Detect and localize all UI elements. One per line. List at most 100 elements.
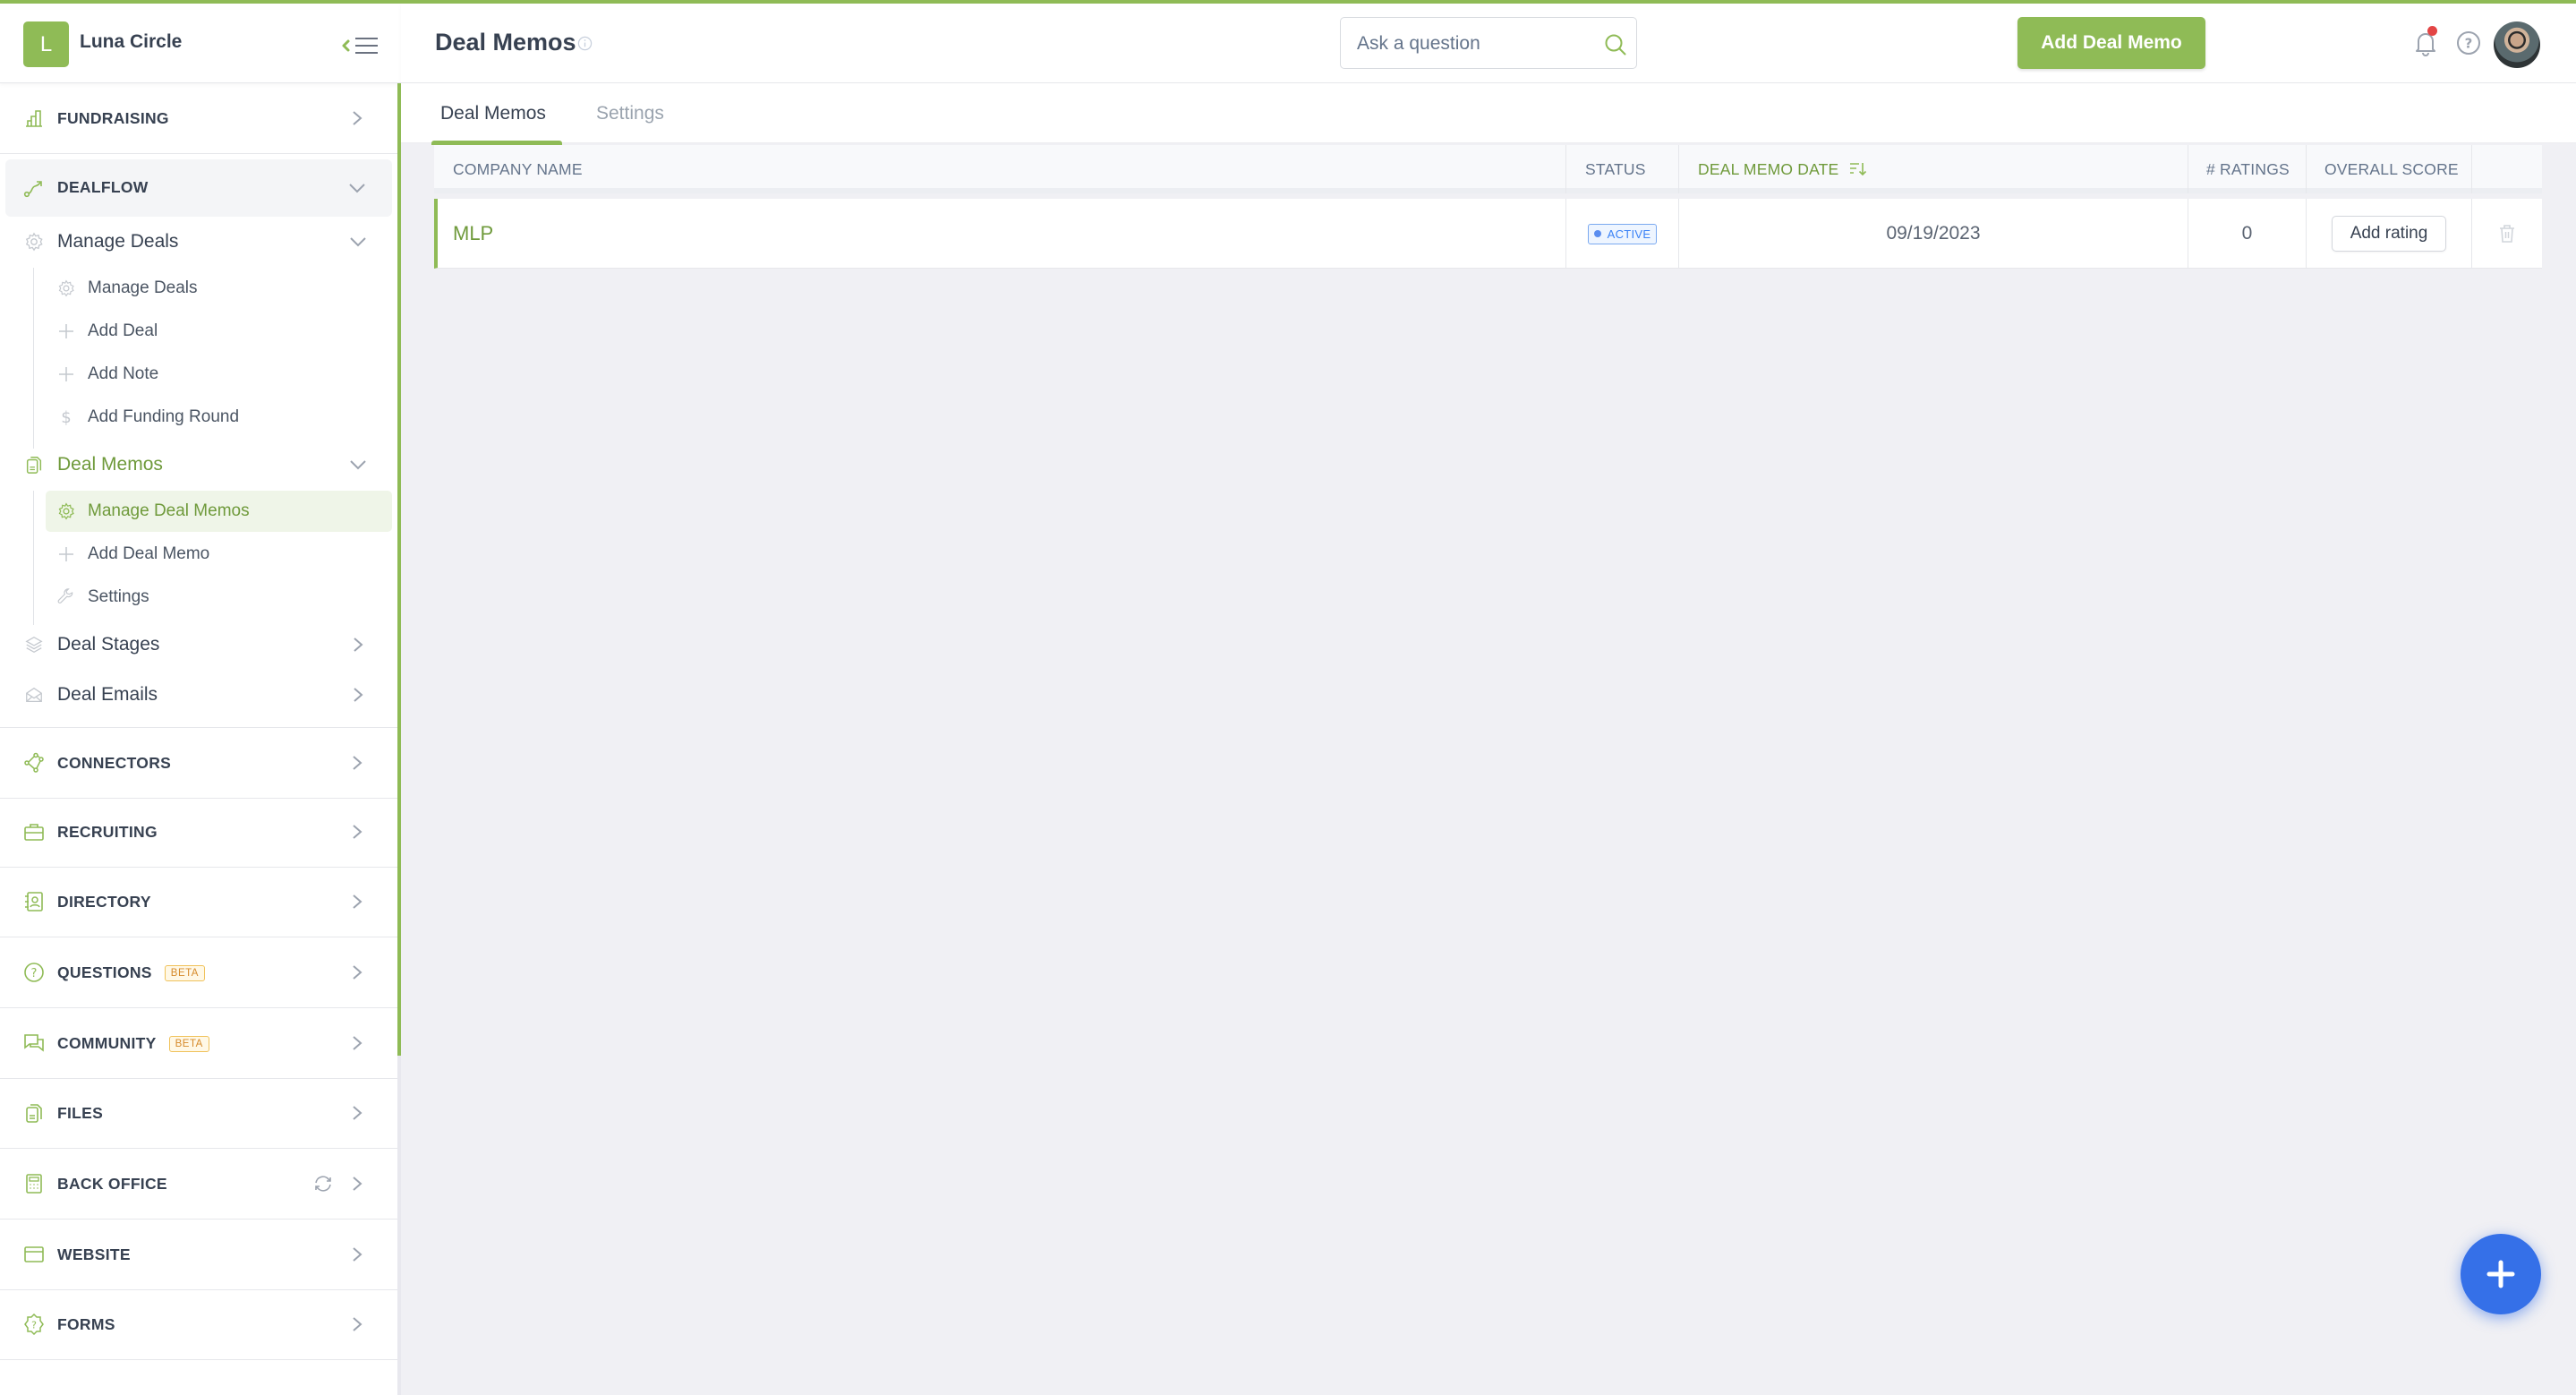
search-input[interactable] <box>1357 30 1590 57</box>
sidebar-section-label: FUNDRAISING <box>57 108 169 127</box>
cell-status: ACTIVE <box>1566 199 1679 269</box>
bar-chart-icon <box>26 110 42 127</box>
sidebar-subitem-label: Add Deal <box>88 321 158 340</box>
column-header-label: COMPANY NAME <box>453 159 583 178</box>
briefcase-icon <box>24 824 44 841</box>
column-header-deal-memo-date[interactable]: DEAL MEMO DATE <box>1679 145 2188 193</box>
sidebar-scrollbar[interactable] <box>397 83 401 1056</box>
sidebar-section-questions[interactable]: ? QUESTIONS BETA <box>0 937 397 1008</box>
contact-book-icon <box>25 892 43 911</box>
add-rating-button[interactable]: Add rating <box>2331 216 2447 252</box>
sidebar-subitem-label: Add Funding Round <box>88 407 240 426</box>
sidebar-subitem-label: Add Note <box>88 364 159 383</box>
add-deal-memo-button[interactable]: Add Deal Memo <box>2017 17 2205 69</box>
help-icon[interactable]: ? <box>2456 30 2481 56</box>
sidebar-subitem-deal-memo-settings[interactable]: Settings <box>46 577 392 618</box>
sidebar-subitem-add-funding-round[interactable]: $ Add Funding Round <box>46 397 392 438</box>
svg-text:$: $ <box>61 408 71 426</box>
sidebar-item-label: Deal Memos <box>57 454 163 475</box>
cell-actions <box>2472 199 2542 269</box>
org-logo[interactable]: L <box>23 21 69 67</box>
ask-question-search[interactable] <box>1340 17 1637 69</box>
chevron-right-icon <box>354 638 363 652</box>
chevron-right-icon <box>353 965 363 980</box>
sidebar-subitem-label: Manage Deal Memos <box>88 501 250 520</box>
chevron-right-icon <box>353 825 363 839</box>
deal-memo-date: 09/19/2023 <box>1886 223 1981 244</box>
sidebar-subitem-add-deal[interactable]: Add Deal <box>46 311 392 352</box>
trash-icon[interactable] <box>2498 224 2516 244</box>
sync-icon[interactable] <box>313 1175 333 1193</box>
sidebar-section-files[interactable]: FILES <box>0 1078 397 1149</box>
sidebar-item-deal-stages[interactable]: Deal Stages <box>0 620 397 670</box>
table-row[interactable]: MLP ACTIVE 09/19/2023 0 Add rating <box>434 199 2542 269</box>
sidebar-section-community[interactable]: COMMUNITY BETA <box>0 1008 397 1079</box>
sidebar-item-manage-deals[interactable]: Manage Deals <box>0 217 397 267</box>
column-header-status[interactable]: STATUS <box>1566 145 1679 193</box>
tree-guide-line <box>33 491 34 625</box>
sidebar-section-directory[interactable]: DIRECTORY <box>0 867 397 937</box>
sidebar-section-forms[interactable]: ? FORMS <box>0 1289 397 1360</box>
gear-icon <box>25 232 43 252</box>
plus-icon <box>2486 1260 2515 1288</box>
beta-badge: BETA <box>164 964 205 981</box>
sidebar-subitem-label: Manage Deals <box>88 278 198 297</box>
chevron-right-icon <box>353 1177 363 1191</box>
chevron-right-icon <box>353 756 363 770</box>
sidebar-item-deal-emails[interactable]: Deal Emails <box>0 670 397 720</box>
chat-bubbles-icon <box>24 1034 44 1052</box>
sidebar-section-fundraising[interactable]: FUNDRAISING <box>0 83 397 154</box>
chevron-right-icon <box>353 894 363 909</box>
column-header-ratings[interactable]: # RATINGS <box>2188 145 2307 193</box>
sidebar-subitem-manage-deals[interactable]: Manage Deals <box>46 268 392 309</box>
status-text: ACTIVE <box>1607 227 1651 241</box>
sidebar-section-label: CONNECTORS <box>57 753 172 772</box>
sidebar-item-label: Manage Deals <box>57 231 179 252</box>
sidebar-section-label: DIRECTORY <box>57 892 151 911</box>
chevron-right-icon <box>353 1317 363 1331</box>
sidebar-item-deal-memos[interactable]: Deal Memos <box>0 440 397 490</box>
tab-settings[interactable]: Settings <box>596 103 664 124</box>
sidebar-subitem-label: Add Deal Memo <box>88 544 210 563</box>
page-title: Deal Memos <box>435 29 576 56</box>
chevron-right-icon <box>353 1106 363 1120</box>
sidebar-section-connectors[interactable]: CONNECTORS <box>0 728 397 799</box>
forms-badge-icon: ? <box>24 1314 44 1335</box>
sidebar-section-dealflow-header[interactable]: DEALFLOW <box>0 152 397 223</box>
sidebar-section-website[interactable]: WEBSITE <box>0 1220 397 1290</box>
sidebar-section-recruiting[interactable]: RECRUITING <box>0 797 397 868</box>
envelope-open-icon <box>26 687 42 702</box>
question-circle-icon: ? <box>24 963 44 982</box>
sidebar-subitem-add-deal-memo[interactable]: Add Deal Memo <box>46 534 392 575</box>
column-header-company-name[interactable]: COMPANY NAME <box>434 145 1566 193</box>
sidebar-section-back-office[interactable]: BACK OFFICE <box>0 1149 397 1220</box>
sidebar-scroll-track <box>397 1056 401 1395</box>
tab-deal-memos[interactable]: Deal Memos <box>440 103 546 124</box>
notification-dot <box>2427 26 2437 36</box>
sidebar-subitem-add-note[interactable]: Add Note <box>46 354 392 395</box>
gear-icon <box>58 279 74 297</box>
wrench-icon <box>57 588 73 603</box>
column-header-overall-score[interactable]: OVERALL SCORE <box>2307 145 2472 193</box>
sidebar-item-label: Deal Emails <box>57 684 158 705</box>
cell-ratings: 0 <box>2188 199 2307 269</box>
sidebar-section-label: WEBSITE <box>57 1245 131 1263</box>
sidebar-section-label: BACK OFFICE <box>57 1174 167 1193</box>
plus-icon <box>59 324 73 338</box>
floating-add-button[interactable] <box>2461 1234 2541 1314</box>
table-header: COMPANY NAME STATUS DEAL MEMO DATE # RAT… <box>434 145 2542 193</box>
sidebar-section-label: COMMUNITY BETA <box>57 1034 209 1053</box>
collapse-sidebar-button[interactable] <box>340 34 381 57</box>
dollar-icon: $ <box>61 408 71 426</box>
info-icon[interactable] <box>577 36 593 51</box>
company-link[interactable]: MLP <box>438 222 493 245</box>
search-icon[interactable] <box>1604 33 1627 56</box>
user-avatar[interactable] <box>2494 21 2540 68</box>
chevron-right-icon <box>353 111 363 125</box>
chevron-down-icon <box>349 183 365 193</box>
sidebar-section-text: QUESTIONS <box>57 963 152 981</box>
sidebar-subitem-manage-deal-memos[interactable]: Manage Deal Memos <box>46 491 392 532</box>
sidebar-section-label: DEALFLOW <box>57 178 149 196</box>
sort-descending-icon[interactable] <box>1849 161 1867 177</box>
org-name[interactable]: Luna Circle <box>80 31 182 53</box>
